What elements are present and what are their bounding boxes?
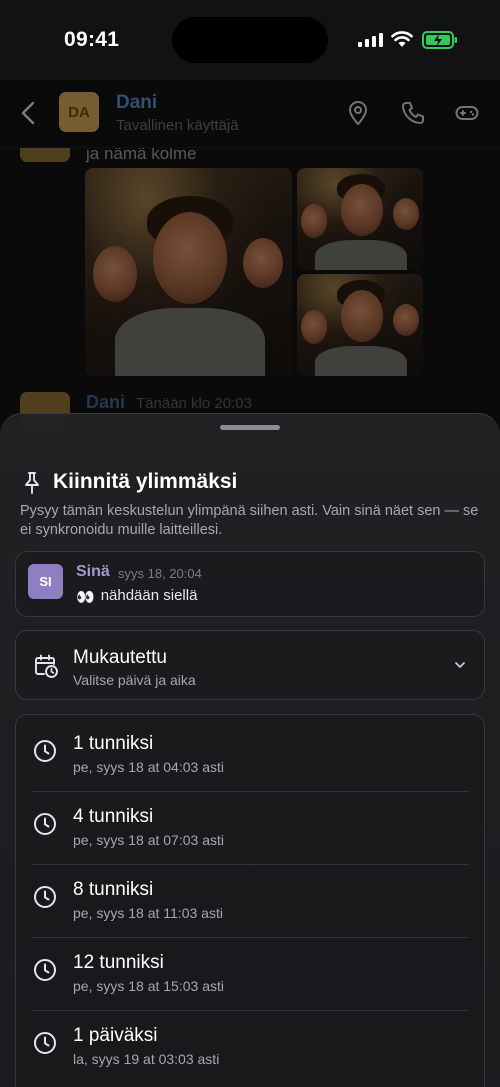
wifi-icon xyxy=(391,31,413,47)
preview-message: nähdään siellä xyxy=(100,587,198,604)
option-title: 1 päiväksi xyxy=(73,1025,158,1046)
duration-option-8h[interactable]: 8 tunniksi pe, syys 18 at 11:03 asti xyxy=(16,861,484,934)
duration-option-1d[interactable]: 1 päiväksi la, syys 19 at 03:03 asti xyxy=(16,1007,484,1080)
sheet-description: Pysyy tämän keskustelun ylimpänä siihen … xyxy=(20,503,479,538)
pin-icon xyxy=(25,472,39,494)
status-time: 09:41 xyxy=(64,28,120,51)
signal-icon xyxy=(358,33,383,47)
custom-subtitle: Valitse päivä ja aika xyxy=(73,672,196,688)
option-subtitle: pe, syys 18 at 07:03 asti xyxy=(73,832,224,848)
duration-option-12h[interactable]: 12 tunniksi pe, syys 18 at 15:03 asti xyxy=(16,934,484,1007)
option-title: 8 tunniksi xyxy=(73,879,154,900)
battery-icon xyxy=(422,31,457,49)
option-title: 12 tunniksi xyxy=(73,952,164,973)
sheet-title: Kiinnitä ylimmäksi xyxy=(53,470,238,493)
option-subtitle: pe, syys 18 at 11:03 asti xyxy=(73,905,223,921)
chevron-down-icon xyxy=(455,662,465,668)
sheet-grabber[interactable] xyxy=(220,425,280,430)
duration-option-1h[interactable]: 1 tunniksi pe, syys 18 at 04:03 asti xyxy=(16,715,484,788)
status-bar: 09:41 xyxy=(0,0,500,80)
option-subtitle: pe, syys 18 at 04:03 asti xyxy=(73,759,224,775)
duration-option-4h[interactable]: 4 tunniksi pe, syys 18 at 07:03 asti xyxy=(16,788,484,861)
message-preview: SI Sinä syys 18, 20:04 👀 nähdään siellä xyxy=(15,551,485,617)
clock-icon xyxy=(34,740,56,762)
duration-options-list: 1 tunniksi pe, syys 18 at 04:03 asti 4 t… xyxy=(15,714,485,1087)
option-title: 4 tunniksi xyxy=(73,806,154,827)
option-subtitle: pe, syys 18 at 15:03 asti xyxy=(73,978,224,994)
clock-icon xyxy=(34,886,56,908)
preview-text: 👀 nähdään siellä xyxy=(76,587,197,606)
pin-sheet: Kiinnitä ylimmäksi Pysyy tämän keskustel… xyxy=(0,413,500,1087)
clock-icon xyxy=(34,1032,56,1054)
dynamic-island xyxy=(172,17,328,63)
option-title: 1 tunniksi xyxy=(73,733,154,754)
eyes-emoji: 👀 xyxy=(76,589,95,606)
custom-title: Mukautettu xyxy=(73,647,167,668)
sender-avatar: SI xyxy=(28,564,63,599)
preview-sender: Sinä xyxy=(76,563,110,580)
clock-icon xyxy=(34,959,56,981)
clock-icon xyxy=(34,813,56,835)
preview-time: syys 18, 20:04 xyxy=(118,566,202,581)
custom-duration-option[interactable]: Mukautettu Valitse päivä ja aika xyxy=(15,630,485,700)
calendar-clock-icon xyxy=(35,654,58,678)
option-subtitle: la, syys 19 at 03:03 asti xyxy=(73,1051,220,1067)
